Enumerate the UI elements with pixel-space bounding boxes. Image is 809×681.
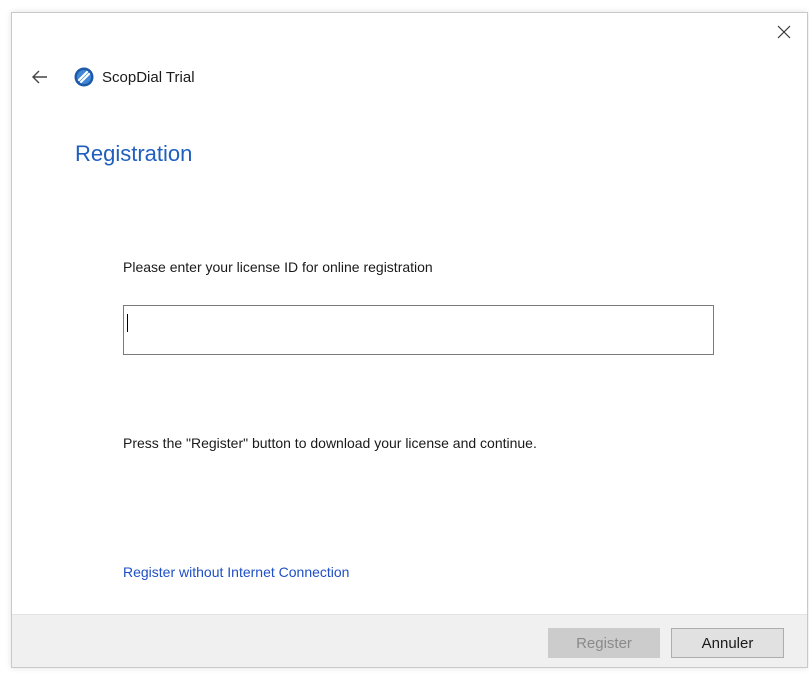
scopdial-logo-icon: [74, 67, 94, 87]
cancel-button[interactable]: Annuler: [671, 628, 784, 658]
back-button[interactable]: [28, 65, 52, 89]
back-arrow-icon: [32, 70, 47, 84]
close-button[interactable]: [761, 13, 807, 51]
registration-window: ScopDial Trial Registration Please enter…: [11, 12, 808, 668]
title-bar: ScopDial Trial: [28, 63, 195, 91]
register-button[interactable]: Register: [548, 628, 660, 658]
register-hint-text: Press the "Register" button to download …: [123, 435, 537, 451]
close-icon: [777, 25, 791, 39]
license-id-input[interactable]: [123, 305, 714, 355]
app-title: ScopDial Trial: [102, 68, 195, 86]
button-footer: Register Annuler: [12, 614, 807, 667]
register-offline-link[interactable]: Register without Internet Connection: [123, 564, 349, 580]
page-title: Registration: [75, 141, 193, 166]
license-prompt-label: Please enter your license ID for online …: [123, 259, 433, 275]
text-caret: [127, 314, 128, 332]
